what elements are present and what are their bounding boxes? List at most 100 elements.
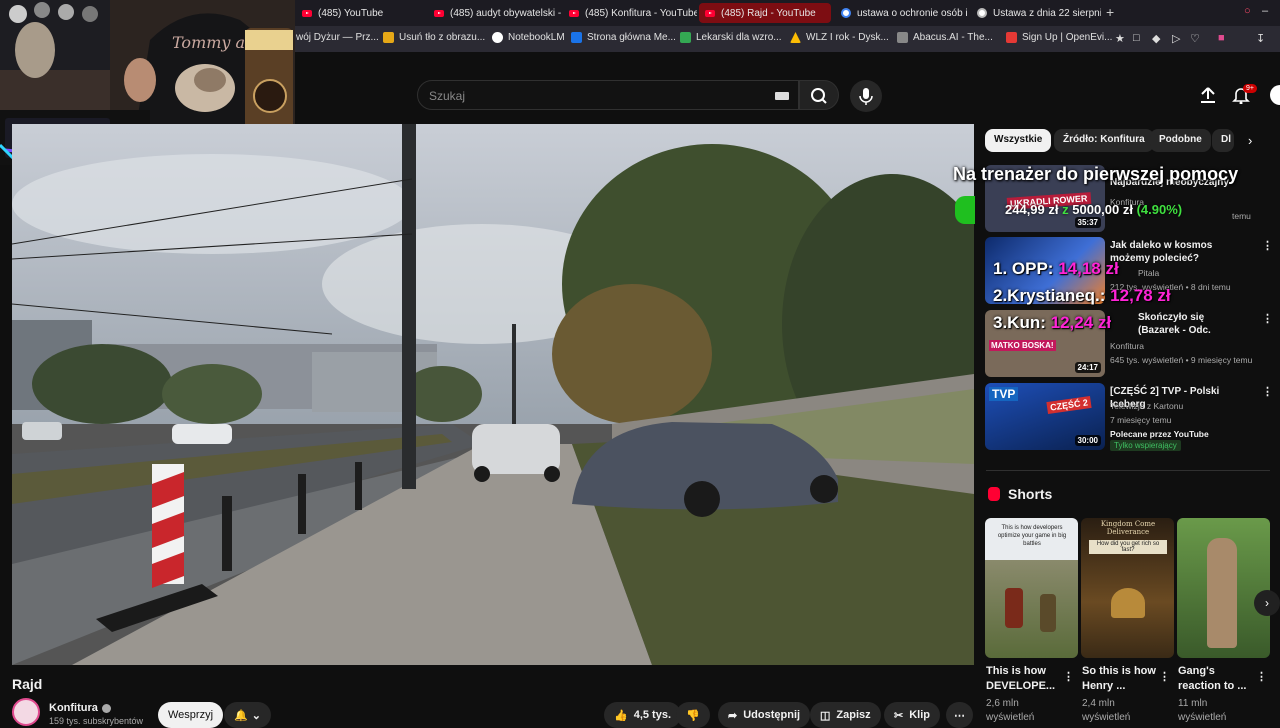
browser-tab[interactable]: (485) Konfitura - YouTube [563, 3, 697, 23]
browser-tab-active[interactable]: (485) Rajd - YouTube [699, 3, 831, 23]
short-thumbnail[interactable] [1177, 518, 1270, 658]
video-player[interactable] [12, 124, 974, 665]
notebooklm-icon [492, 32, 503, 43]
voice-search-button[interactable] [850, 80, 882, 112]
recommendation-title[interactable]: Jak daleko w kosmos możemy polecieć? [1110, 239, 1250, 265]
youtube-icon [705, 9, 715, 17]
share-button[interactable]: ➦ Udostępnij [718, 702, 811, 728]
soldier-figure [1005, 588, 1023, 628]
browser-tab[interactable]: Ustawa z dnia 22 sierpnia [971, 3, 1101, 23]
short-title[interactable]: Gang's reaction to ... [1178, 664, 1254, 694]
short-views: 2,6 mln wyświetleń [986, 698, 1035, 723]
search-icon[interactable]: ○ [1244, 5, 1251, 17]
clip-button[interactable]: ✂ Klip [884, 702, 940, 728]
recommendation-channel[interactable]: Konfitura [1110, 341, 1144, 351]
shield-icon[interactable]: ◆ [1152, 32, 1160, 45]
helmet-image [1111, 588, 1145, 618]
google-icon [841, 8, 851, 18]
short-caption: How did you get rich so fast? [1089, 540, 1167, 554]
recommendation-meta: 645 tys. wyświetleń • 9 miesięcy temu [1110, 355, 1253, 365]
chip-all[interactable]: Wszystkie [985, 129, 1052, 152]
search-input[interactable]: Szukaj [417, 80, 799, 110]
video-duration: 30:00 [1074, 435, 1101, 446]
shorts-next-button[interactable]: › [1254, 590, 1280, 616]
more-options-icon[interactable]: ⋮ [1159, 670, 1170, 683]
bookmark-item[interactable]: Lekarski dla wzro... [680, 32, 782, 43]
thumbnail-text: MATKO BOSKA! [989, 340, 1056, 351]
donor-rank-3: 3.Kun: 12,24 zł [993, 313, 1112, 332]
person-figure [1207, 538, 1237, 648]
extensions-icon[interactable]: ■ [1218, 32, 1225, 44]
short-views: 2,4 mln wyświetleń [1082, 698, 1131, 723]
like-button[interactable]: 👍 4,5 tys. [604, 702, 682, 728]
shorts-header: Shorts [988, 486, 1052, 502]
more-options-icon[interactable]: ⋮ [1262, 312, 1273, 325]
dislike-button[interactable]: 👎 [676, 702, 710, 728]
game-logo: Kingdom Come Deliverance [1100, 520, 1156, 536]
more-options-icon[interactable]: ⋮ [1262, 385, 1273, 398]
video-duration: 24:17 [1074, 362, 1101, 373]
channel-avatar[interactable] [12, 698, 40, 726]
recommendation-meta: 7 miesięcy temu [1110, 415, 1172, 425]
bookmark-item[interactable]: NotebookLM [492, 32, 565, 43]
bookmark-star-icon[interactable]: ★ [1115, 32, 1125, 45]
bookmark-icon [1006, 32, 1017, 43]
support-button[interactable]: Wesprzyj [158, 702, 224, 728]
more-options-icon[interactable]: ⋮ [1262, 239, 1273, 252]
youtube-icon [302, 9, 312, 17]
search-icon [811, 88, 827, 104]
browser-tab[interactable]: (485) audyt obywatelski - [428, 3, 562, 23]
save-button[interactable]: ◫ Zapisz [810, 702, 881, 728]
bookmark-item[interactable]: Abacus.AI - The... [897, 32, 993, 43]
search-button[interactable] [799, 80, 839, 110]
play-icon[interactable]: ▷ [1172, 32, 1180, 45]
heart-icon[interactable]: ♡ [1190, 32, 1200, 45]
short-thumbnail[interactable]: Kingdom Come Deliverance How did you get… [1081, 518, 1174, 658]
bookmark-item[interactable]: WLZ I rok - Dysk... [790, 32, 889, 43]
recommendation-channel[interactable]: Telewizja z Kartonu [1110, 401, 1183, 411]
chip-related[interactable]: Podobne [1150, 129, 1211, 152]
channel-name[interactable]: Konfitura [49, 702, 111, 714]
recommended-by-youtube: Polecane przez YouTube [1110, 429, 1209, 439]
browser-tab[interactable]: (485) YouTube [296, 3, 426, 23]
new-tab-button[interactable]: + [1106, 4, 1114, 20]
notification-count-badge: 9+ [1243, 84, 1257, 93]
recommendation-channel[interactable]: Pitala [1138, 268, 1159, 278]
abacus-icon [897, 32, 908, 43]
minimize-icon[interactable]: – [1262, 5, 1268, 17]
more-actions-button[interactable]: ⋯ [946, 702, 973, 728]
chip-from-channel[interactable]: Źródło: Konfitura [1054, 129, 1154, 152]
short-caption: This is how developers optimize your gam… [997, 525, 1067, 547]
google-drive-icon [790, 32, 801, 43]
video-duration: 35:37 [1074, 217, 1101, 228]
verified-icon [101, 703, 111, 713]
youtube-icon [569, 9, 579, 17]
chevron-right-icon[interactable]: › [1248, 133, 1252, 148]
subscribed-notifications-button[interactable]: 🔔 ⌄ [224, 702, 271, 728]
page-icon [977, 8, 987, 18]
bookmark-icon [383, 32, 394, 43]
more-options-icon[interactable]: ⋮ [1063, 670, 1074, 683]
bookmark-item[interactable]: wój Dyżur — Prz... [296, 32, 379, 43]
browser-tab[interactable]: ustawa o ochronie osób i [835, 3, 969, 23]
download-icon[interactable]: ↧ [1256, 32, 1265, 45]
bookmark-item[interactable]: Usuń tło z obrazu... [383, 32, 485, 43]
bookmark-item[interactable]: Sign Up | OpenEvi... [1006, 32, 1112, 43]
more-options-icon[interactable]: ⋮ [1256, 670, 1267, 683]
bookmark-item[interactable]: Strona główna Me... [571, 32, 676, 43]
thumbnail-text: CZĘŚĆ 2 [1046, 395, 1092, 415]
recommendation-title[interactable]: Skończyło się (Bazarek - Odc. [1138, 311, 1248, 337]
short-title[interactable]: So this is how Henry ... [1082, 664, 1158, 694]
keyboard-icon[interactable] [775, 92, 789, 100]
short-thumbnail[interactable]: This is how developers optimize your gam… [985, 518, 1078, 658]
reader-icon[interactable]: □ [1133, 32, 1140, 44]
members-only-badge: Tylko wspierający [1110, 440, 1181, 451]
short-title[interactable]: This is how DEVELOPE... [986, 664, 1062, 694]
short-views: 11 mln wyświetleń [1178, 698, 1227, 723]
recommendation-thumbnail[interactable]: TVP CZĘŚĆ 2 30:00 [985, 383, 1105, 450]
tvp-logo: TVP [989, 387, 1019, 401]
bookmark-icon [680, 32, 691, 43]
upload-icon[interactable] [1199, 86, 1217, 104]
shorts-icon [988, 487, 1000, 501]
chip-more[interactable]: Dl [1212, 129, 1234, 152]
